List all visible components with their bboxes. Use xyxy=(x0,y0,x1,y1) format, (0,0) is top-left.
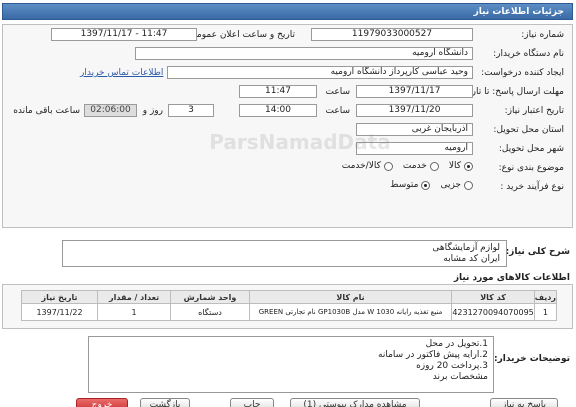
buyer-contact-link[interactable]: اطلاعات تماس خریدار xyxy=(80,68,163,78)
remaining-time-field: 02:06:00 xyxy=(84,104,137,117)
needs-line: ایران کد مشابه xyxy=(443,254,500,264)
radio-unchecked-icon[interactable] xyxy=(464,180,473,190)
announce-datetime-field: 1397/11/17 - 11:47 xyxy=(51,28,197,41)
need-number-label: شماره نیاز: xyxy=(521,30,564,40)
requester-field: وحید عباسی کارپرداز دانشگاه ارومیه xyxy=(167,66,473,79)
buyer-notes-label: توضیحات خریدار: xyxy=(494,354,570,364)
category-option-service[interactable]: خدمت xyxy=(403,161,439,171)
province-field: آذربایجان غربی xyxy=(356,123,473,136)
reply-deadline-time: 11:47 xyxy=(239,85,317,98)
page-title: جزئیات اطلاعات نیاز xyxy=(473,6,564,17)
page-header: جزئیات اطلاعات نیاز xyxy=(2,3,573,20)
reply-deadline-time-label: ساعت xyxy=(325,87,351,97)
purchase-process-radio-group: جزیی متوسط xyxy=(384,180,473,190)
needs-line: لوازم آزمایشگاهی xyxy=(432,243,500,253)
col-unit: واحد شمارش xyxy=(170,290,250,304)
need-number-field: 11979033000527 xyxy=(311,28,473,41)
purchase-process-label: نوع فرآیند خرید : xyxy=(500,182,564,192)
validity-days-field: 3 xyxy=(168,104,214,117)
needs-label: شرح کلی نیاز: xyxy=(505,247,570,257)
needs-description-box: لوازم آزمایشگاهی ایران کد مشابه xyxy=(62,240,507,267)
process-option-partial[interactable]: جزیی xyxy=(440,180,473,190)
process-option-medium[interactable]: متوسط xyxy=(390,180,431,190)
back-button[interactable]: بازگشت xyxy=(140,398,190,407)
buyer-note-line: 3.پرداخت 20 روزه xyxy=(416,361,488,371)
reply-deadline-date: 1397/11/17 xyxy=(356,85,473,98)
province-label: استان محل تحویل: xyxy=(493,125,564,135)
reply-button[interactable]: پاسخ به نیاز xyxy=(490,398,558,407)
announce-datetime-label: تاریخ و ساعت اعلان عمومی: xyxy=(186,30,295,40)
remaining-time-label: ساعت باقی مانده xyxy=(13,106,80,116)
cell-row: 1 xyxy=(533,303,558,321)
cell-name: منبع تغذیه رایانه 1030 W مدل GP1030B نام… xyxy=(248,303,453,321)
cell-code: 4231270094070095 xyxy=(451,303,535,321)
col-code: کد کالا xyxy=(451,290,535,304)
table-row: 1 4231270094070095 منبع تغذیه رایانه 103… xyxy=(20,303,558,321)
radio-unchecked-icon[interactable] xyxy=(383,161,393,171)
col-name: نام کالا xyxy=(248,290,453,304)
city-label: شهر محل تحویل: xyxy=(498,144,564,154)
buyer-note-line: 2.ارایه پیش فاکتور در سامانه xyxy=(378,350,488,360)
buyer-note-line: 1.تحویل در محل xyxy=(425,339,488,349)
buyer-org-field: دانشگاه ارومیه xyxy=(135,47,473,60)
exit-button[interactable]: خروج xyxy=(76,398,128,407)
category-label: موضوع بندی نوع: xyxy=(498,163,564,173)
col-row: ردیف xyxy=(533,290,558,304)
buyer-org-label: نام دستگاه خریدار: xyxy=(493,49,564,59)
validity-deadline-time: 14:00 xyxy=(239,104,317,117)
goods-panel: ردیف کد کالا نام کالا واحد شمارش تعداد /… xyxy=(2,284,573,329)
view-attachments-button[interactable]: مشاهده مدارک پیوستی (1) xyxy=(290,398,420,407)
goods-section-title: اطلاعات کالاهای مورد نیاز xyxy=(453,273,570,283)
category-option-goods-service[interactable]: کالا/خدمت xyxy=(342,161,393,171)
radio-checked-icon[interactable] xyxy=(421,180,431,190)
requester-label: ایجاد کننده درخواست: xyxy=(481,68,564,78)
need-details-panel: شماره نیاز: 11979033000527 تاریخ و ساعت … xyxy=(2,24,573,228)
reply-deadline-label: مهلت ارسال پاسخ: تا تاریخ: xyxy=(460,87,564,97)
cell-quantity: 1 xyxy=(97,303,172,321)
goods-table: ردیف کد کالا نام کالا واحد شمارش تعداد /… xyxy=(20,290,558,321)
print-button[interactable]: چاپ xyxy=(230,398,274,407)
buyer-notes-box: 1.تحویل در محل 2.ارایه پیش فاکتور در سام… xyxy=(88,336,494,393)
category-radio-group: کالا خدمت کالا/خدمت xyxy=(336,161,473,171)
col-need-date: تاریخ نیاز xyxy=(20,290,99,304)
category-option-goods[interactable]: کالا xyxy=(449,161,473,171)
city-field: ارومیه xyxy=(356,142,473,155)
validity-deadline-date: 1397/11/20 xyxy=(356,104,473,117)
radio-checked-icon[interactable] xyxy=(464,161,473,171)
validity-days-label: روز و xyxy=(142,106,163,116)
col-quantity: تعداد / مقدار xyxy=(97,290,172,304)
buyer-note-line: مشخصات برند xyxy=(432,372,488,382)
cell-unit: دستگاه xyxy=(170,303,250,321)
validity-deadline-label: تاریخ اعتبار نیاز: xyxy=(504,106,564,116)
validity-time-label: ساعت xyxy=(325,106,351,116)
radio-unchecked-icon[interactable] xyxy=(429,161,439,171)
goods-table-header: ردیف کد کالا نام کالا واحد شمارش تعداد /… xyxy=(20,290,558,304)
cell-need-date: 1397/11/22 xyxy=(20,303,99,321)
